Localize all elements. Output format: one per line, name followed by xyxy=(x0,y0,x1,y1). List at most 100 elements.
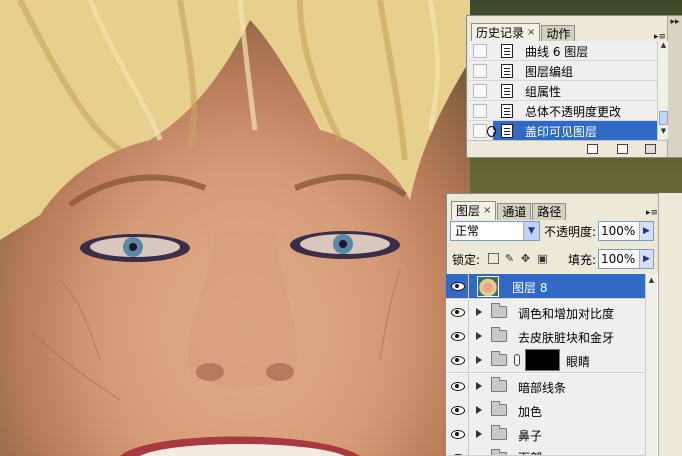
eye-icon[interactable] xyxy=(451,280,465,292)
link-chain-icon[interactable] xyxy=(514,354,520,366)
trash-icon[interactable] xyxy=(645,144,656,154)
layer-row[interactable]: 去皮肤脏块和金牙 xyxy=(446,324,656,349)
history-state-icon xyxy=(501,44,513,58)
layer-row[interactable]: 面部 xyxy=(446,446,656,456)
lock-position-icon[interactable]: ✥ xyxy=(520,253,531,264)
layer-name: 暗部线条 xyxy=(518,381,567,395)
history-item-label: 组属性 xyxy=(525,85,562,99)
folder-icon xyxy=(491,351,507,366)
eye-icon[interactable] xyxy=(451,404,465,416)
blend-mode-select[interactable]: 正常 ▼ xyxy=(450,221,540,241)
history-item-label: 曲线 6 图层 xyxy=(525,45,589,59)
lock-label: 锁定: xyxy=(452,253,481,267)
panel-dock-strip xyxy=(658,193,682,456)
fill-value: 100% xyxy=(601,252,636,266)
lock-transparency-icon[interactable] xyxy=(488,253,499,264)
close-icon[interactable]: × xyxy=(527,25,535,41)
expand-triangle-icon[interactable] xyxy=(476,406,482,414)
chevron-down-icon[interactable]: ▼ xyxy=(523,222,539,240)
history-item[interactable]: 总体不透明度更改 xyxy=(469,101,657,121)
history-item-selected[interactable]: 盖印可见图层 xyxy=(469,121,657,141)
history-state-pointer-icon xyxy=(487,126,496,137)
tab-actions-label: 动作 xyxy=(546,27,571,41)
history-item-label: 图层编组 xyxy=(525,65,574,79)
panel-dock-strip xyxy=(667,16,682,157)
layer-row[interactable]: 暗部线条 xyxy=(446,374,656,399)
history-scrollbar[interactable]: ▲ ▼ xyxy=(657,41,668,139)
tab-channels-label: 通道 xyxy=(502,205,527,219)
expand-triangle-icon[interactable] xyxy=(476,332,482,340)
scrollbar-thumb[interactable] xyxy=(659,111,668,125)
history-source-checkbox[interactable] xyxy=(473,64,487,78)
layer-thumbnail xyxy=(477,276,499,297)
eye-icon[interactable] xyxy=(451,452,465,455)
scroll-up-icon[interactable]: ▲ xyxy=(647,276,656,285)
history-source-checkbox[interactable] xyxy=(473,84,487,98)
history-item[interactable]: 组属性 xyxy=(469,81,657,101)
history-item-label: 盖印可见图层 xyxy=(525,125,598,139)
tab-layers-label: 图层 xyxy=(456,204,481,218)
new-document-from-state-icon[interactable] xyxy=(587,144,598,154)
new-snapshot-icon[interactable] xyxy=(617,144,628,154)
expand-triangle-icon[interactable] xyxy=(476,356,482,364)
layer-name: 眼睛 xyxy=(566,355,591,369)
eye-icon[interactable] xyxy=(451,330,465,342)
eye-icon[interactable] xyxy=(451,354,465,366)
folder-icon xyxy=(491,449,507,455)
history-source-checkbox[interactable] xyxy=(473,124,487,138)
history-source-checkbox[interactable] xyxy=(473,44,487,58)
tab-channels[interactable]: 通道 xyxy=(497,203,532,220)
expand-triangle-icon[interactable] xyxy=(476,430,482,438)
tab-history-label: 历史记录 xyxy=(476,26,525,40)
tab-paths[interactable]: 路径 xyxy=(532,203,567,220)
history-state-icon xyxy=(501,124,513,138)
layer-name: 图层 8 xyxy=(512,281,548,295)
expand-triangle-icon[interactable] xyxy=(476,308,482,316)
opacity-input[interactable]: 100% ▶ xyxy=(598,221,654,241)
scroll-down-icon[interactable]: ▼ xyxy=(659,127,668,136)
layer-row[interactable]: 眼睛 xyxy=(446,348,656,373)
blend-mode-value: 正常 xyxy=(455,224,480,238)
history-state-icon xyxy=(501,104,513,118)
layers-scrollbar[interactable]: ▲ xyxy=(645,274,657,456)
layer-name: 调色和增加对比度 xyxy=(518,307,615,321)
history-item-label: 总体不透明度更改 xyxy=(525,105,622,119)
layer-name: 加色 xyxy=(518,405,543,419)
panel-menu-icon[interactable]: ▸≡ xyxy=(645,208,659,219)
opacity-label: 不透明度: xyxy=(544,225,597,239)
folder-icon xyxy=(491,401,507,416)
layer-name: 鼻子 xyxy=(518,429,543,443)
opacity-slider-toggle-icon[interactable]: ▶ xyxy=(639,222,653,240)
history-source-checkbox[interactable] xyxy=(473,104,487,118)
folder-icon xyxy=(491,303,507,318)
scroll-up-icon[interactable]: ▲ xyxy=(659,41,668,50)
tab-actions[interactable]: 动作 xyxy=(541,25,576,42)
folder-icon xyxy=(491,327,507,342)
collapse-panel-button[interactable]: ▸▸ xyxy=(668,17,682,28)
history-item[interactable]: 曲线 6 图层 xyxy=(469,41,657,61)
layer-name: 面部 xyxy=(518,449,542,455)
lock-image-pixels-icon[interactable]: ✎ xyxy=(504,253,515,264)
layer-name: 去皮肤脏块和金牙 xyxy=(518,331,615,345)
lock-all-icon[interactable]: ▣ xyxy=(537,253,548,264)
fill-slider-toggle-icon[interactable]: ▶ xyxy=(639,250,653,268)
fill-input[interactable]: 100% ▶ xyxy=(598,249,654,269)
layer-row[interactable]: 调色和增加对比度 xyxy=(446,300,656,325)
layer-row[interactable]: 加色 xyxy=(446,398,656,423)
layer-mask-thumbnail[interactable] xyxy=(525,349,560,371)
layer-row-selected[interactable]: 图层 8 xyxy=(446,274,656,299)
folder-icon xyxy=(491,377,507,392)
eye-icon[interactable] xyxy=(451,306,465,318)
history-state-icon xyxy=(501,64,513,78)
layer-row[interactable]: 鼻子 xyxy=(446,422,656,447)
eye-icon[interactable] xyxy=(451,428,465,440)
tab-history[interactable]: 历史记录 × xyxy=(471,23,541,42)
history-item[interactable]: 图层编组 xyxy=(469,61,657,81)
history-panel: ▸▸ 历史记录 × 动作 ▸≡ 曲线 6 图层 图层编组 组属性 总体不透明度更… xyxy=(466,15,682,158)
close-icon[interactable]: × xyxy=(483,203,491,219)
opacity-value: 100% xyxy=(601,224,636,238)
history-list: 曲线 6 图层 图层编组 组属性 总体不透明度更改 盖印可见图层 xyxy=(469,41,667,141)
expand-triangle-icon[interactable] xyxy=(476,382,482,390)
tab-layers[interactable]: 图层 × xyxy=(451,201,497,220)
eye-icon[interactable] xyxy=(451,380,465,392)
